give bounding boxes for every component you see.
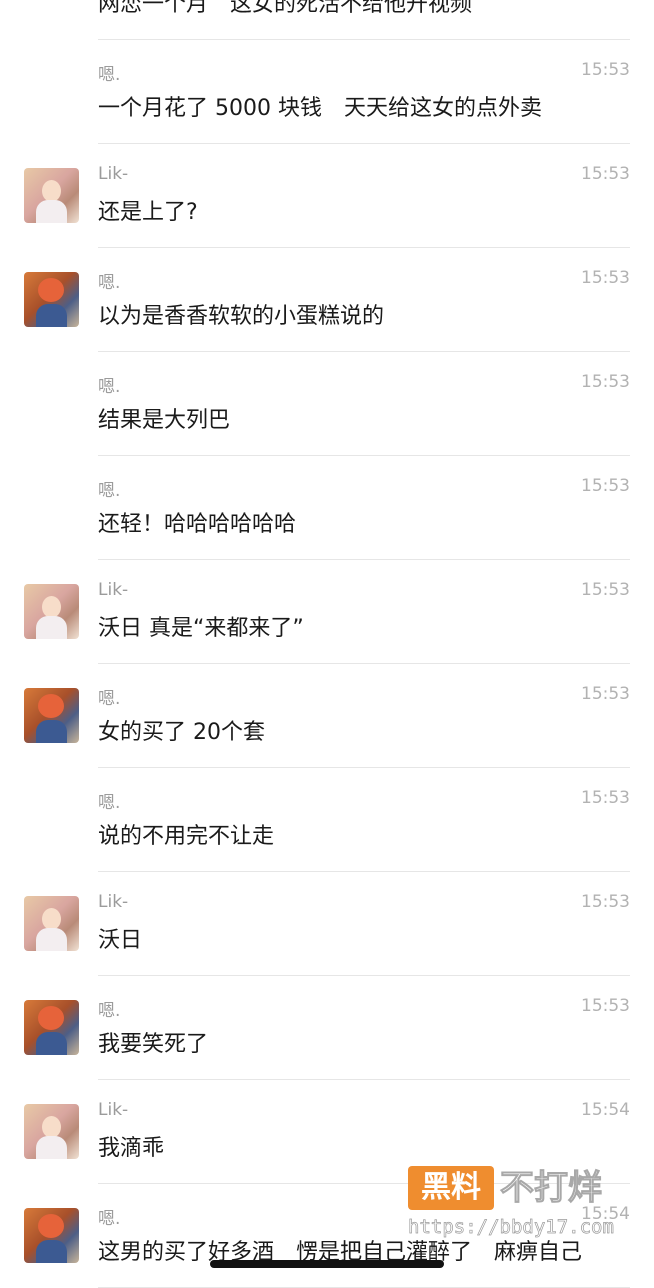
message-time: 15:53 xyxy=(581,60,630,80)
message-row[interactable]: 嗯. 15:53 女的买了 20个套 xyxy=(0,664,654,768)
sender-name[interactable]: 嗯. xyxy=(98,268,120,293)
sender-name[interactable]: Lik- xyxy=(98,580,128,600)
message-text[interactable]: 还轻！哈哈哈哈哈哈 xyxy=(98,506,296,538)
message-row[interactable]: 嗯. 15:53 说的不用完不让走 xyxy=(0,768,654,872)
message-time: 15:53 xyxy=(581,164,630,184)
message-text[interactable]: 一个月花了 5000 块钱 天天给这女的点外卖 xyxy=(98,90,542,122)
avatar-body xyxy=(36,616,67,639)
message-text[interactable]: 我要笑死了 xyxy=(98,1026,208,1058)
sender-name[interactable]: Lik- xyxy=(98,164,128,184)
message-time: 15:53 xyxy=(581,892,630,912)
message-time: 15:53 xyxy=(581,268,630,288)
message-text[interactable]: 还是上了? xyxy=(98,194,198,226)
avatar-en[interactable] xyxy=(24,1208,79,1263)
avatar-face xyxy=(42,908,61,930)
sender-name[interactable]: 嗯. xyxy=(98,60,120,85)
message-text[interactable]: 结果是大列巴 xyxy=(98,402,230,434)
chat-message-list[interactable]: 网恋一个月 这女的死活不给他开视频嗯. 15:53 一个月花了 5000 块钱 天天… xyxy=(0,0,654,1288)
sender-name[interactable]: Lik- xyxy=(98,1100,128,1120)
avatar-face xyxy=(38,1214,64,1238)
avatar-lik[interactable] xyxy=(24,168,79,223)
sender-name[interactable]: 嗯. xyxy=(98,788,120,813)
watermark-title: 不打烊 xyxy=(500,1168,603,1209)
message-row[interactable]: 嗯. 15:53 我要笑死了 xyxy=(0,976,654,1080)
avatar-body xyxy=(36,1032,67,1055)
avatar-face xyxy=(42,1116,61,1138)
avatar-lik[interactable] xyxy=(24,1104,79,1159)
sender-name[interactable]: 嗯. xyxy=(98,996,120,1021)
message-row[interactable]: Lik- 15:53 沃日 xyxy=(0,872,654,976)
message-row[interactable]: 嗯. 15:53 一个月花了 5000 块钱 天天给这女的点外卖 xyxy=(0,40,654,144)
avatar-lik[interactable] xyxy=(24,896,79,951)
watermark-badge: 黑料 xyxy=(408,1166,494,1210)
avatar-face xyxy=(38,278,64,302)
avatar-body xyxy=(36,1240,67,1263)
sender-name[interactable]: Lik- xyxy=(98,892,128,912)
message-row[interactable]: Lik- 15:53 沃日 真是“来都来了” xyxy=(0,560,654,664)
message-time: 15:53 xyxy=(581,788,630,808)
message-time: 15:53 xyxy=(581,996,630,1016)
message-row[interactable]: 网恋一个月 这女的死活不给他开视频 xyxy=(0,0,654,40)
message-text[interactable]: 沃日 xyxy=(98,922,142,954)
message-text[interactable]: 沃日 真是“来都来了” xyxy=(98,610,304,642)
message-text[interactable]: 以为是香香软软的小蛋糕说的 xyxy=(98,298,384,330)
avatar-face xyxy=(38,694,64,718)
message-row[interactable]: 嗯. 15:53 结果是大列巴 xyxy=(0,352,654,456)
watermark: 黑料 不打烊 https://bbdy17.com xyxy=(408,1166,630,1242)
avatar-body xyxy=(36,720,67,743)
avatar-en[interactable] xyxy=(24,272,79,327)
message-time: 15:54 xyxy=(581,1100,630,1120)
avatar-face xyxy=(42,596,61,618)
avatar-lik[interactable] xyxy=(24,584,79,639)
message-text[interactable]: 网恋一个月 这女的死活不给他开视频 xyxy=(98,0,472,18)
message-row[interactable]: Lik- 15:53 还是上了? xyxy=(0,144,654,248)
home-indicator[interactable] xyxy=(210,1260,444,1268)
message-row[interactable]: 嗯. 15:53 还轻！哈哈哈哈哈哈 xyxy=(0,456,654,560)
message-text[interactable]: 女的买了 20个套 xyxy=(98,714,265,746)
message-time: 15:53 xyxy=(581,684,630,704)
sender-name[interactable]: 嗯. xyxy=(98,476,120,501)
avatar-face xyxy=(42,180,61,202)
avatar-en[interactable] xyxy=(24,1000,79,1055)
message-text[interactable]: 我滴乖 xyxy=(98,1130,164,1162)
avatar-body xyxy=(36,928,67,951)
message-time: 15:53 xyxy=(581,580,630,600)
sender-name[interactable]: 嗯. xyxy=(98,1204,120,1229)
avatar-body xyxy=(36,200,67,223)
message-time: 15:53 xyxy=(581,372,630,392)
avatar-body xyxy=(36,304,67,327)
message-row[interactable]: 嗯. 15:53 以为是香香软软的小蛋糕说的 xyxy=(0,248,654,352)
sender-name[interactable]: 嗯. xyxy=(98,684,120,709)
avatar-en[interactable] xyxy=(24,688,79,743)
sender-name[interactable]: 嗯. xyxy=(98,372,120,397)
avatar-body xyxy=(36,1136,67,1159)
avatar-face xyxy=(38,1006,64,1030)
watermark-url: https://bbdy17.com xyxy=(408,1216,615,1239)
message-time: 15:53 xyxy=(581,476,630,496)
message-text[interactable]: 说的不用完不让走 xyxy=(98,818,274,850)
